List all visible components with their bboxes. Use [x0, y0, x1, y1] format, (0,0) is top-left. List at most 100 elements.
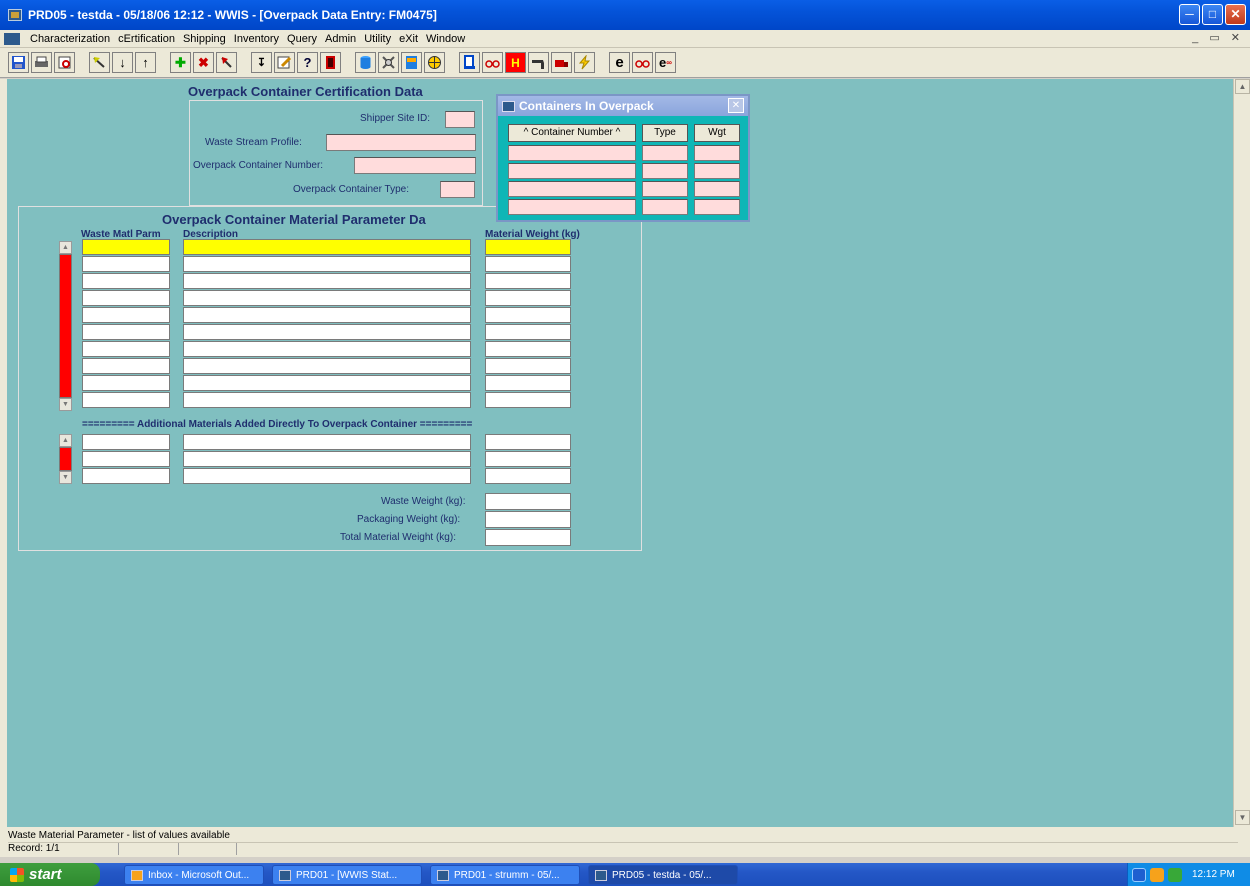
- exit-icon[interactable]: [320, 52, 341, 73]
- row-10-description[interactable]: [183, 392, 471, 408]
- row-1-weight[interactable]: [485, 239, 571, 255]
- row-6-waste-matl[interactable]: [82, 324, 170, 340]
- start-button[interactable]: start: [0, 863, 100, 886]
- overpack-number-field[interactable]: [354, 157, 476, 174]
- save-icon[interactable]: [8, 52, 29, 73]
- app-icon[interactable]: [8, 9, 22, 21]
- row-4-waste-matl[interactable]: [82, 290, 170, 306]
- row-2-description[interactable]: [183, 256, 471, 272]
- row-10-waste-matl[interactable]: [82, 392, 170, 408]
- document-icon[interactable]: [4, 32, 20, 45]
- rows-scroll-down-icon[interactable]: ▼: [59, 398, 72, 411]
- add-row-1-description[interactable]: [183, 434, 471, 450]
- popup-row-2-container[interactable]: [508, 163, 636, 179]
- insert-record-icon[interactable]: ✚: [170, 52, 191, 73]
- additional-scrollbar-thumb[interactable]: [59, 447, 72, 471]
- popup-row-2-wgt[interactable]: [694, 163, 740, 179]
- row-7-weight[interactable]: [485, 341, 571, 357]
- edit-icon[interactable]: [274, 52, 295, 73]
- add-row-3-weight[interactable]: [485, 468, 571, 484]
- title-bar[interactable]: PRD05 - testda - 05/18/06 12:12 - WWIS -…: [0, 0, 1250, 30]
- clear-icon[interactable]: [216, 52, 237, 73]
- rows-scrollbar-thumb[interactable]: [59, 254, 72, 398]
- row-10-weight[interactable]: [485, 392, 571, 408]
- lock-icon[interactable]: [459, 52, 480, 73]
- row-8-weight[interactable]: [485, 358, 571, 374]
- row-3-waste-matl[interactable]: [82, 273, 170, 289]
- menu-shipping[interactable]: Shipping: [179, 33, 230, 45]
- row-3-weight[interactable]: [485, 273, 571, 289]
- popup-close-icon[interactable]: ✕: [728, 98, 744, 113]
- target-icon[interactable]: [424, 52, 445, 73]
- taskbar-item-outlook[interactable]: Inbox - Microsoft Out...: [124, 865, 264, 885]
- taskbar-item-prd05-testda[interactable]: PRD05 - testda - 05/...: [588, 865, 738, 885]
- taskbar-item-prd01-strumm[interactable]: PRD01 - strumm - 05/...: [430, 865, 580, 885]
- popup-row-2-type[interactable]: [642, 163, 688, 179]
- add-row-2-weight[interactable]: [485, 451, 571, 467]
- popup-row-1-type[interactable]: [642, 145, 688, 161]
- row-1-description[interactable]: [183, 239, 471, 255]
- row-4-description[interactable]: [183, 290, 471, 306]
- row-7-waste-matl[interactable]: [82, 341, 170, 357]
- waste-stream-field[interactable]: [326, 134, 476, 151]
- row-9-description[interactable]: [183, 375, 471, 391]
- popup-row-4-wgt[interactable]: [694, 199, 740, 215]
- row-7-description[interactable]: [183, 341, 471, 357]
- menu-admin[interactable]: Admin: [321, 33, 360, 45]
- packaging-weight-field[interactable]: [485, 511, 571, 528]
- tray-network-icon[interactable]: [1168, 867, 1182, 882]
- row-6-weight[interactable]: [485, 324, 571, 340]
- glasses2-icon[interactable]: [632, 52, 653, 73]
- delete-record-icon[interactable]: ✖: [193, 52, 214, 73]
- lov-icon[interactable]: ↧: [251, 52, 272, 73]
- col-wgt[interactable]: Wgt: [694, 124, 740, 142]
- popup-row-1-wgt[interactable]: [694, 145, 740, 161]
- add-row-2-description[interactable]: [183, 451, 471, 467]
- e-wizard-icon[interactable]: e ∞: [655, 52, 676, 73]
- tray-outlook-icon[interactable]: [1150, 867, 1164, 882]
- menu-inventory[interactable]: Inventory: [230, 33, 283, 45]
- popup-row-4-container[interactable]: [508, 199, 636, 215]
- report-icon[interactable]: [401, 52, 422, 73]
- overpack-type-field[interactable]: [440, 181, 475, 198]
- lightning-icon[interactable]: [574, 52, 595, 73]
- total-weight-field[interactable]: [485, 529, 571, 546]
- menu-window[interactable]: Window: [422, 33, 469, 45]
- add-row-1-waste-matl[interactable]: [82, 434, 170, 450]
- menu-certification[interactable]: cErtification: [114, 33, 179, 45]
- previous-record-icon[interactable]: ↑: [135, 52, 156, 73]
- row-6-description[interactable]: [183, 324, 471, 340]
- next-record-icon[interactable]: ↓: [112, 52, 133, 73]
- menu-utility[interactable]: Utility: [360, 33, 395, 45]
- add-row-3-waste-matl[interactable]: [82, 468, 170, 484]
- popup-row-3-type[interactable]: [642, 181, 688, 197]
- row-9-weight[interactable]: [485, 375, 571, 391]
- tools-icon[interactable]: [378, 52, 399, 73]
- row-4-weight[interactable]: [485, 290, 571, 306]
- waste-weight-field[interactable]: [485, 493, 571, 510]
- menu-exit[interactable]: eXit: [395, 33, 422, 45]
- close-button[interactable]: ✕: [1225, 4, 1246, 25]
- taskbar-item-prd01-wwis[interactable]: PRD01 - [WWIS Stat...: [272, 865, 422, 885]
- print-icon[interactable]: [31, 52, 52, 73]
- additional-scroll-up-icon[interactable]: ▲: [59, 434, 72, 447]
- glasses-icon[interactable]: [482, 52, 503, 73]
- popup-row-1-container[interactable]: [508, 145, 636, 161]
- row-8-description[interactable]: [183, 358, 471, 374]
- popup-row-3-wgt[interactable]: [694, 181, 740, 197]
- tray-arrow-icon[interactable]: [1132, 867, 1146, 882]
- row-3-description[interactable]: [183, 273, 471, 289]
- vertical-scrollbar[interactable]: ▲ ▼: [1233, 79, 1250, 827]
- enter-query-icon[interactable]: [89, 52, 110, 73]
- mdi-window-controls[interactable]: _ ▭ ✕: [1192, 31, 1244, 44]
- row-2-weight[interactable]: [485, 256, 571, 272]
- menu-characterization[interactable]: Characterization: [26, 33, 114, 45]
- add-row-3-description[interactable]: [183, 468, 471, 484]
- row-5-description[interactable]: [183, 307, 471, 323]
- menu-query[interactable]: Query: [283, 33, 321, 45]
- truck-icon[interactable]: [551, 52, 572, 73]
- minimize-button[interactable]: ─: [1179, 4, 1200, 25]
- add-row-1-weight[interactable]: [485, 434, 571, 450]
- row-2-waste-matl[interactable]: [82, 256, 170, 272]
- row-1-waste-matl[interactable]: [82, 239, 170, 255]
